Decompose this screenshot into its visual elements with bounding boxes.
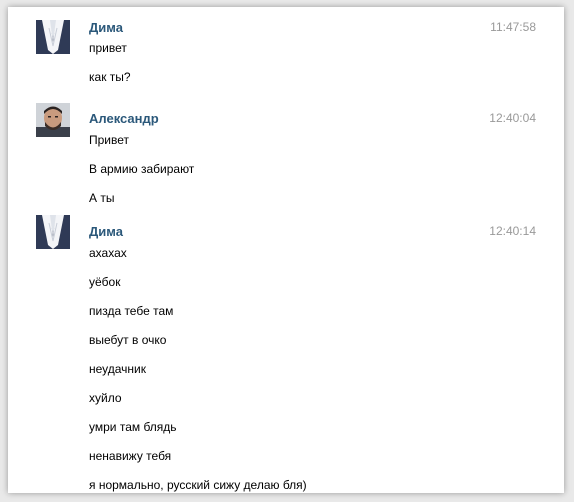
dima-avatar-icon <box>36 20 70 54</box>
message-text: пизда тебе там <box>89 304 174 318</box>
message-text: уёбок <box>89 275 121 289</box>
chat-history: Дима 11:47:58 привет как ты? Александр 1… <box>8 7 564 493</box>
author-name[interactable]: Александр <box>89 111 159 127</box>
message-time: 12:40:04 <box>489 111 536 125</box>
message-text: хуйло <box>89 391 122 405</box>
author-name[interactable]: Дима <box>89 20 123 36</box>
message-text: ахахах <box>89 246 127 260</box>
author-name[interactable]: Дима <box>89 224 123 240</box>
message-text: привет <box>89 41 127 55</box>
alexander-avatar-icon <box>36 103 70 137</box>
message-text: я нормально, русский сижу делаю бля) <box>89 478 307 492</box>
message-text: умри там блядь <box>89 420 177 434</box>
message-text: Привет <box>89 133 130 147</box>
message-text: неудачник <box>89 362 147 376</box>
message-text: А ты <box>89 191 115 205</box>
message-text: В армию забирают <box>89 162 195 176</box>
message-time: 11:47:58 <box>490 20 536 34</box>
avatar[interactable] <box>36 103 70 137</box>
message-time: 12:40:14 <box>489 224 536 238</box>
avatar[interactable] <box>36 20 70 54</box>
avatar[interactable] <box>36 215 70 249</box>
message-text: ненавижу тебя <box>89 449 172 463</box>
dima-avatar-icon <box>36 215 70 249</box>
message-text: как ты? <box>89 70 131 84</box>
message-text: выебут в очко <box>89 333 167 347</box>
